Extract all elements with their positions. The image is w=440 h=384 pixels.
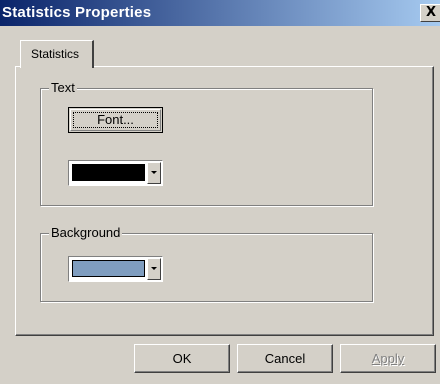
text-color-swatch [72,164,145,181]
background-group-label: Background [49,225,123,240]
title-bar: Statistics Properties X [0,0,440,26]
ok-button-label: OK [172,351,192,366]
close-button[interactable]: X [420,4,440,22]
background-color-swatch [72,260,145,277]
apply-button-label: Apply [371,351,405,366]
cancel-button[interactable]: Cancel [237,344,333,373]
background-color-picker[interactable] [68,256,163,282]
font-button-label: Font... [97,112,134,127]
chevron-down-icon [151,267,157,270]
tab-label: Statistics [31,47,80,61]
text-group: Text [40,80,373,206]
cancel-button-label: Cancel [264,351,306,366]
tab-statistics[interactable]: Statistics [20,40,94,68]
apply-button[interactable]: Apply [340,344,436,373]
background-color-dropdown[interactable] [147,258,161,280]
text-group-label: Text [49,80,77,95]
chevron-down-icon [151,171,157,174]
window-title: Statistics Properties [2,4,152,21]
ok-button[interactable]: OK [134,344,230,373]
text-color-picker[interactable] [68,160,163,186]
close-icon: X [426,5,437,20]
text-color-dropdown[interactable] [147,162,161,184]
font-button[interactable]: Font... [68,107,163,133]
